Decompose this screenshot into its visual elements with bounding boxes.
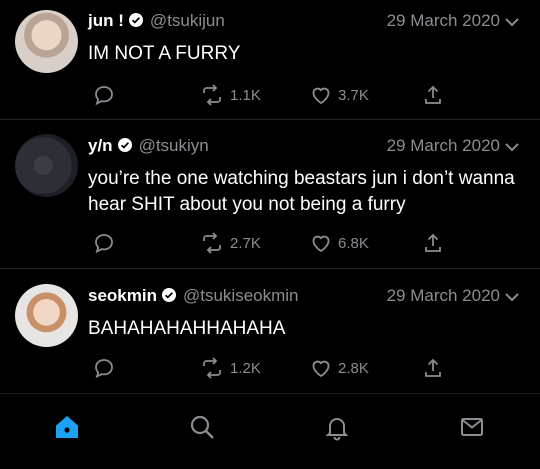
reply-icon [95,359,113,379]
heart-icon [312,87,330,105]
share-icon [425,85,441,104]
share-button[interactable] [422,84,444,106]
heart-icon [312,360,330,378]
avatar[interactable] [15,284,78,347]
display-name[interactable]: y/n [88,136,113,155]
handle[interactable]: @tsukijun [150,11,225,30]
reply-icon [95,86,113,106]
retweet-count: 1.1K [230,86,261,104]
like-button[interactable]: 6.8K [310,232,369,254]
retweet-button[interactable]: 2.7K [200,232,261,254]
tweet-date: 29 March 2020 [386,286,500,305]
tweet-text: IM NOT A FURRY [88,43,241,64]
retweet-icon [203,357,221,379]
like-button[interactable]: 3.7K [310,84,369,106]
retweet-icon [203,84,221,106]
avatar[interactable] [15,134,78,197]
tweet[interactable]: y/n @tsukiyn 29 March 2020 you’re the one… [0,120,540,268]
handle[interactable]: @tsukiseokmin [183,286,299,305]
notifications-icon[interactable] [322,412,352,442]
display-name[interactable]: jun ! [88,11,124,30]
home-icon[interactable] [52,412,82,442]
verified-icon [117,138,132,152]
handle[interactable]: @tsukiyn [139,136,209,155]
like-button[interactable]: 2.8K [310,357,369,379]
tweet[interactable]: seokmin @tsukiseokmin 29 March 2020 BAHAH… [0,269,540,393]
retweet-button[interactable]: 1.1K [200,84,261,106]
like-count: 6.8K [338,234,369,252]
chevron-down-icon[interactable] [504,289,520,305]
reply-button[interactable] [93,84,115,106]
search-icon[interactable] [187,412,217,442]
retweet-button[interactable]: 1.2K [200,357,261,379]
chevron-down-icon[interactable] [504,139,520,155]
messages-icon[interactable] [457,412,487,442]
tweet-date: 29 March 2020 [386,11,500,30]
verified-icon [128,13,143,27]
retweet-count: 2.7K [230,234,261,252]
share-icon [425,233,441,252]
verified-icon [161,288,176,302]
display-name[interactable]: seokmin [88,286,157,305]
reply-icon [95,234,113,254]
retweet-count: 1.2K [230,359,261,377]
avatar[interactable] [15,10,78,73]
heart-icon [312,235,330,253]
like-count: 2.8K [338,359,369,377]
tweet[interactable]: jun ! @tsukijun 29 March 2020 IM NOT A FU… [0,0,540,119]
share-button[interactable] [422,357,444,379]
tweet-text: BAHAHAHAHHAHAHA [88,318,286,339]
reply-button[interactable] [93,232,115,254]
retweet-icon [203,232,221,254]
tweet-text: you’re the one watching beastars jun i d… [88,168,515,215]
reply-button[interactable] [93,357,115,379]
share-button[interactable] [422,232,444,254]
chevron-down-icon[interactable] [504,14,520,30]
share-icon [425,358,441,377]
tweet-date: 29 March 2020 [386,136,500,155]
like-count: 3.7K [338,86,369,104]
bottom-nav [0,393,540,469]
